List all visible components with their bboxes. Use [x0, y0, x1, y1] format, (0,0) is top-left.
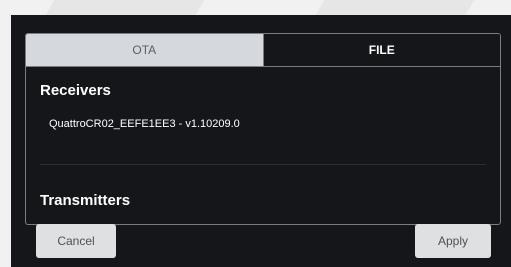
- receivers-heading: Receivers: [40, 82, 111, 99]
- source-tabs: OTA FILE: [26, 34, 500, 67]
- section-divider: [40, 164, 486, 165]
- apply-button[interactable]: Apply: [415, 224, 491, 258]
- tab-file[interactable]: FILE: [262, 34, 500, 66]
- device-panel: OTA FILE Receivers QuattroCR02_EEFE1EE3 …: [25, 33, 501, 225]
- transmitters-heading: Transmitters: [40, 192, 131, 209]
- tab-ota[interactable]: OTA: [26, 34, 263, 66]
- receiver-list-item[interactable]: QuattroCR02_EEFE1EE3 - v1.10209.0: [49, 118, 240, 130]
- cancel-button[interactable]: Cancel: [36, 224, 116, 258]
